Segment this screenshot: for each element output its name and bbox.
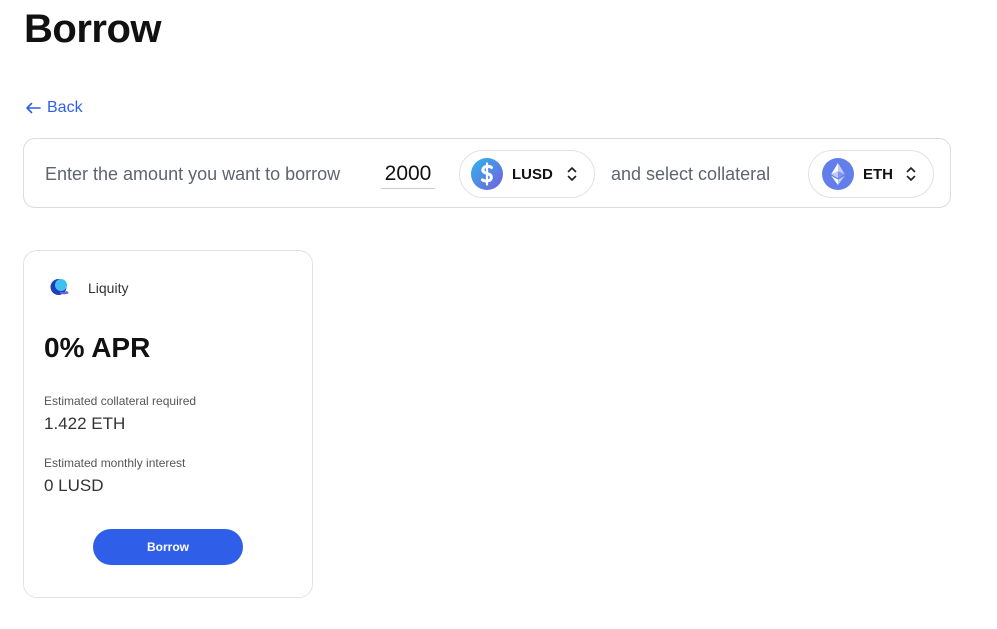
lusd-token-icon xyxy=(471,158,503,190)
borrow-button[interactable]: Borrow xyxy=(93,529,243,565)
collateral-token-label: ETH xyxy=(863,165,893,183)
amount-prompt: Enter the amount you want to borrow xyxy=(45,164,341,184)
back-link[interactable]: Back xyxy=(25,97,83,119)
amount-input[interactable] xyxy=(381,160,435,189)
liquity-logo-icon xyxy=(50,279,69,295)
collateral-prompt: and select collateral xyxy=(611,164,771,184)
monthly-interest-value: 0 LUSD xyxy=(44,476,104,495)
borrow-token-select[interactable]: LUSD xyxy=(459,150,595,198)
borrow-token-label: LUSD xyxy=(512,165,553,183)
back-label: Back xyxy=(47,99,83,116)
eth-token-icon xyxy=(822,158,854,190)
borrow-search-bar: Enter the amount you want to borrow LUSD… xyxy=(23,138,951,208)
chevron-updown-icon xyxy=(906,167,916,181)
chevron-updown-icon xyxy=(567,167,577,181)
provider-name: Liquity xyxy=(88,280,129,296)
provider: Liquity xyxy=(48,276,128,300)
collateral-required-label: Estimated collateral required xyxy=(44,394,197,408)
page-title: Borrow xyxy=(24,7,162,51)
offer-card: Liquity 0% APR Estimated collateral requ… xyxy=(23,250,313,598)
arrow-left-icon xyxy=(26,102,41,114)
monthly-interest-label: Estimated monthly interest xyxy=(44,456,186,470)
apr-value: 0% APR xyxy=(44,332,151,363)
collateral-token-select[interactable]: ETH xyxy=(808,150,934,198)
collateral-required-value: 1.422 ETH xyxy=(44,414,126,433)
